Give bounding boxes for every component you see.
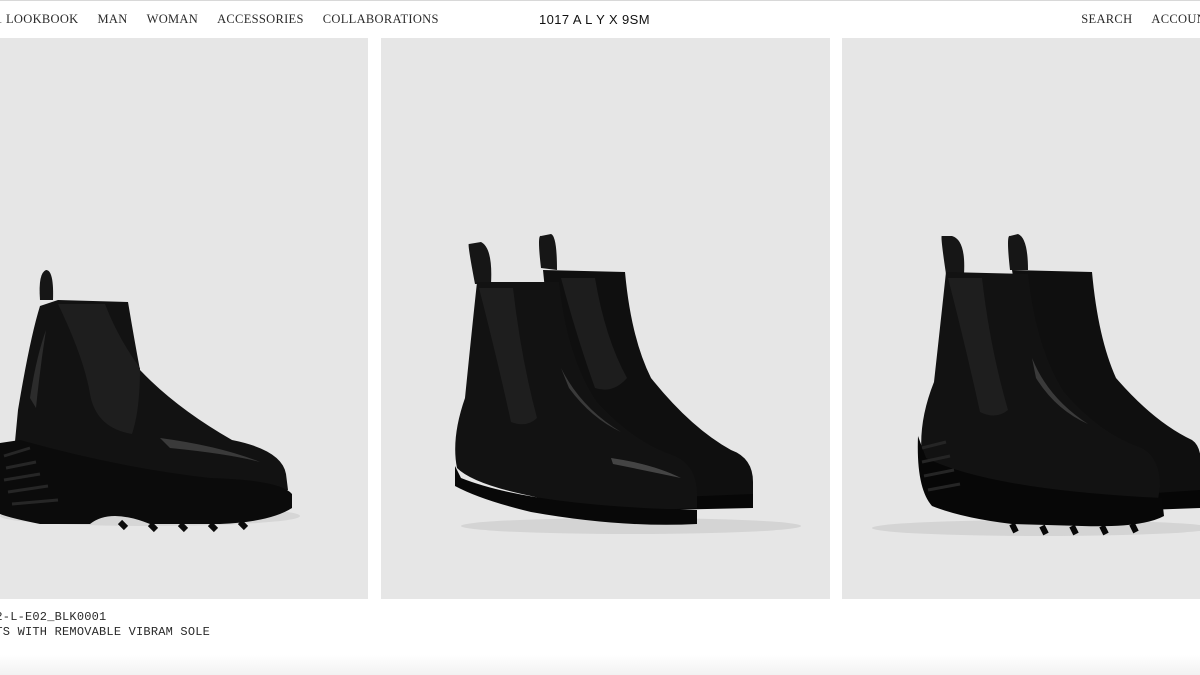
product-image-tile[interactable] xyxy=(0,38,368,599)
brand-logo[interactable]: 1017 A L Y X 9SM xyxy=(539,12,650,27)
boot-with-removable-sole-image xyxy=(0,270,300,533)
product-image-tile[interactable] xyxy=(381,38,830,599)
utility-nav: SEARCH ACCOUN xyxy=(1062,12,1200,27)
chelsea-boots-pair-image xyxy=(455,234,801,534)
product-image-tile[interactable] xyxy=(842,38,1200,599)
nav-accessories-link[interactable]: ACCESSORIES xyxy=(217,12,304,27)
page-bottom-edge xyxy=(0,655,1200,675)
nav-lookbook-link[interactable]: 1 LOOKBOOK xyxy=(0,12,79,27)
nav-man-link[interactable]: MAN xyxy=(98,12,128,27)
product-caption[interactable]: 12-L-E02_BLK0001 OTS WITH REMOVABLE VIBR… xyxy=(0,610,210,640)
main-nav: 1 LOOKBOOK MAN WOMAN ACCESSORIES COLLABO… xyxy=(0,12,458,27)
chelsea-boots-pair-lug-sole-image xyxy=(872,234,1200,536)
account-link[interactable]: ACCOUN xyxy=(1151,12,1200,27)
product-name: OTS WITH REMOVABLE VIBRAM SOLE xyxy=(0,625,211,639)
site-header: 1 LOOKBOOK MAN WOMAN ACCESSORIES COLLABO… xyxy=(0,0,1200,38)
search-link[interactable]: SEARCH xyxy=(1081,12,1132,27)
nav-woman-link[interactable]: WOMAN xyxy=(147,12,199,27)
product-sku: 12-L-E02_BLK0001 xyxy=(0,610,107,624)
nav-collaborations-link[interactable]: COLLABORATIONS xyxy=(323,12,439,27)
